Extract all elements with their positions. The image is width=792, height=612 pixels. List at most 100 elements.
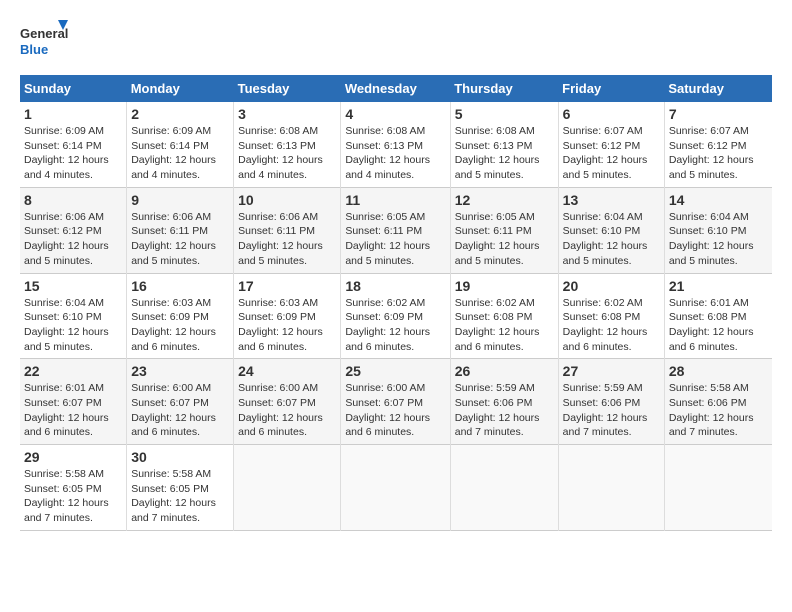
- header-saturday: Saturday: [664, 75, 772, 102]
- day-info: Sunrise: 6:08 AMSunset: 6:13 PMDaylight:…: [455, 124, 554, 183]
- calendar-week-1: 1 Sunrise: 6:09 AMSunset: 6:14 PMDaylight…: [20, 102, 772, 187]
- calendar-week-5: 29 Sunrise: 5:58 AMSunset: 6:05 PMDayligh…: [20, 445, 772, 531]
- calendar-cell: 13 Sunrise: 6:04 AMSunset: 6:10 PMDayligh…: [558, 187, 664, 273]
- day-number: 3: [238, 106, 336, 122]
- day-number: 13: [563, 192, 660, 208]
- day-info: Sunrise: 6:07 AMSunset: 6:12 PMDaylight:…: [563, 124, 660, 183]
- header-thursday: Thursday: [450, 75, 558, 102]
- header-friday: Friday: [558, 75, 664, 102]
- day-number: 28: [669, 363, 768, 379]
- day-info: Sunrise: 6:00 AMSunset: 6:07 PMDaylight:…: [238, 381, 336, 440]
- day-info: Sunrise: 6:09 AMSunset: 6:14 PMDaylight:…: [24, 124, 122, 183]
- day-info: Sunrise: 6:00 AMSunset: 6:07 PMDaylight:…: [131, 381, 229, 440]
- day-info: Sunrise: 6:04 AMSunset: 6:10 PMDaylight:…: [669, 210, 768, 269]
- calendar-cell: 6 Sunrise: 6:07 AMSunset: 6:12 PMDaylight…: [558, 102, 664, 187]
- day-info: Sunrise: 5:58 AMSunset: 6:05 PMDaylight:…: [131, 467, 229, 526]
- day-info: Sunrise: 6:04 AMSunset: 6:10 PMDaylight:…: [24, 296, 122, 355]
- logo: General Blue: [20, 20, 70, 65]
- calendar-cell: 4 Sunrise: 6:08 AMSunset: 6:13 PMDaylight…: [341, 102, 450, 187]
- day-number: 1: [24, 106, 122, 122]
- day-info: Sunrise: 6:06 AMSunset: 6:12 PMDaylight:…: [24, 210, 122, 269]
- day-number: 27: [563, 363, 660, 379]
- header-wednesday: Wednesday: [341, 75, 450, 102]
- day-number: 10: [238, 192, 336, 208]
- day-info: Sunrise: 6:02 AMSunset: 6:08 PMDaylight:…: [455, 296, 554, 355]
- day-number: 29: [24, 449, 122, 465]
- calendar-cell: 18 Sunrise: 6:02 AMSunset: 6:09 PMDayligh…: [341, 273, 450, 359]
- header-monday: Monday: [127, 75, 234, 102]
- calendar-cell: 26Sunrise: 5:59 AMSunset: 6:06 PMDayligh…: [450, 359, 558, 445]
- calendar-cell: 24Sunrise: 6:00 AMSunset: 6:07 PMDayligh…: [234, 359, 341, 445]
- calendar-week-3: 15 Sunrise: 6:04 AMSunset: 6:10 PMDayligh…: [20, 273, 772, 359]
- calendar-cell: 10 Sunrise: 6:06 AMSunset: 6:11 PMDayligh…: [234, 187, 341, 273]
- day-info: Sunrise: 5:58 AMSunset: 6:05 PMDaylight:…: [24, 467, 122, 526]
- day-number: 2: [131, 106, 229, 122]
- day-number: 20: [563, 278, 660, 294]
- day-number: 5: [455, 106, 554, 122]
- day-number: 21: [669, 278, 768, 294]
- day-number: 9: [131, 192, 229, 208]
- day-number: 19: [455, 278, 554, 294]
- day-info: Sunrise: 6:08 AMSunset: 6:13 PMDaylight:…: [345, 124, 445, 183]
- calendar-cell: 23 Sunrise: 6:00 AMSunset: 6:07 PMDayligh…: [127, 359, 234, 445]
- day-info: Sunrise: 6:06 AMSunset: 6:11 PMDaylight:…: [238, 210, 336, 269]
- day-info: Sunrise: 6:02 AMSunset: 6:09 PMDaylight:…: [345, 296, 445, 355]
- day-info: Sunrise: 5:59 AMSunset: 6:06 PMDaylight:…: [563, 381, 660, 440]
- calendar-cell: [450, 445, 558, 531]
- day-info: Sunrise: 6:09 AMSunset: 6:14 PMDaylight:…: [131, 124, 229, 183]
- day-info: Sunrise: 6:04 AMSunset: 6:10 PMDaylight:…: [563, 210, 660, 269]
- calendar-cell: 5 Sunrise: 6:08 AMSunset: 6:13 PMDaylight…: [450, 102, 558, 187]
- day-number: 23: [131, 363, 229, 379]
- day-info: Sunrise: 5:58 AMSunset: 6:06 PMDaylight:…: [669, 381, 768, 440]
- header-sunday: Sunday: [20, 75, 127, 102]
- day-info: Sunrise: 6:08 AMSunset: 6:13 PMDaylight:…: [238, 124, 336, 183]
- page-header: General Blue: [20, 20, 772, 65]
- calendar-cell: 28 Sunrise: 5:58 AMSunset: 6:06 PMDayligh…: [664, 359, 772, 445]
- day-info: Sunrise: 6:01 AMSunset: 6:07 PMDaylight:…: [24, 381, 122, 440]
- day-info: Sunrise: 6:01 AMSunset: 6:08 PMDaylight:…: [669, 296, 768, 355]
- calendar-cell: [234, 445, 341, 531]
- day-number: 22: [24, 363, 122, 379]
- day-number: 18: [345, 278, 445, 294]
- day-number: 4: [345, 106, 445, 122]
- day-number: 14: [669, 192, 768, 208]
- day-number: 15: [24, 278, 122, 294]
- day-info: Sunrise: 6:00 AMSunset: 6:07 PMDaylight:…: [345, 381, 445, 440]
- calendar-header-row: SundayMondayTuesdayWednesdayThursdayFrid…: [20, 75, 772, 102]
- logo-svg: General Blue: [20, 20, 70, 65]
- day-number: 8: [24, 192, 122, 208]
- day-number: 16: [131, 278, 229, 294]
- calendar-cell: 19 Sunrise: 6:02 AMSunset: 6:08 PMDayligh…: [450, 273, 558, 359]
- day-number: 25: [345, 363, 445, 379]
- day-number: 7: [669, 106, 768, 122]
- calendar-table: SundayMondayTuesdayWednesdayThursdayFrid…: [20, 75, 772, 531]
- day-info: Sunrise: 6:05 AMSunset: 6:11 PMDaylight:…: [455, 210, 554, 269]
- calendar-cell: 27 Sunrise: 5:59 AMSunset: 6:06 PMDayligh…: [558, 359, 664, 445]
- calendar-week-2: 8 Sunrise: 6:06 AMSunset: 6:12 PMDaylight…: [20, 187, 772, 273]
- day-number: 30: [131, 449, 229, 465]
- calendar-cell: 29 Sunrise: 5:58 AMSunset: 6:05 PMDayligh…: [20, 445, 127, 531]
- svg-text:Blue: Blue: [20, 42, 48, 57]
- calendar-cell: [664, 445, 772, 531]
- day-info: Sunrise: 6:02 AMSunset: 6:08 PMDaylight:…: [563, 296, 660, 355]
- day-info: Sunrise: 6:05 AMSunset: 6:11 PMDaylight:…: [345, 210, 445, 269]
- calendar-cell: 16 Sunrise: 6:03 AMSunset: 6:09 PMDayligh…: [127, 273, 234, 359]
- calendar-cell: 9 Sunrise: 6:06 AMSunset: 6:11 PMDaylight…: [127, 187, 234, 273]
- day-number: 12: [455, 192, 554, 208]
- calendar-cell: 12 Sunrise: 6:05 AMSunset: 6:11 PMDayligh…: [450, 187, 558, 273]
- calendar-cell: 7Sunrise: 6:07 AMSunset: 6:12 PMDaylight…: [664, 102, 772, 187]
- calendar-week-4: 22 Sunrise: 6:01 AMSunset: 6:07 PMDayligh…: [20, 359, 772, 445]
- header-tuesday: Tuesday: [234, 75, 341, 102]
- day-info: Sunrise: 6:06 AMSunset: 6:11 PMDaylight:…: [131, 210, 229, 269]
- day-number: 17: [238, 278, 336, 294]
- day-number: 11: [345, 192, 445, 208]
- calendar-cell: [341, 445, 450, 531]
- calendar-cell: 15 Sunrise: 6:04 AMSunset: 6:10 PMDayligh…: [20, 273, 127, 359]
- day-number: 26: [455, 363, 554, 379]
- day-number: 6: [563, 106, 660, 122]
- calendar-cell: 3 Sunrise: 6:08 AMSunset: 6:13 PMDaylight…: [234, 102, 341, 187]
- calendar-cell: 17Sunrise: 6:03 AMSunset: 6:09 PMDayligh…: [234, 273, 341, 359]
- calendar-cell: 2 Sunrise: 6:09 AMSunset: 6:14 PMDaylight…: [127, 102, 234, 187]
- day-info: Sunrise: 6:03 AMSunset: 6:09 PMDaylight:…: [131, 296, 229, 355]
- calendar-cell: 14 Sunrise: 6:04 AMSunset: 6:10 PMDayligh…: [664, 187, 772, 273]
